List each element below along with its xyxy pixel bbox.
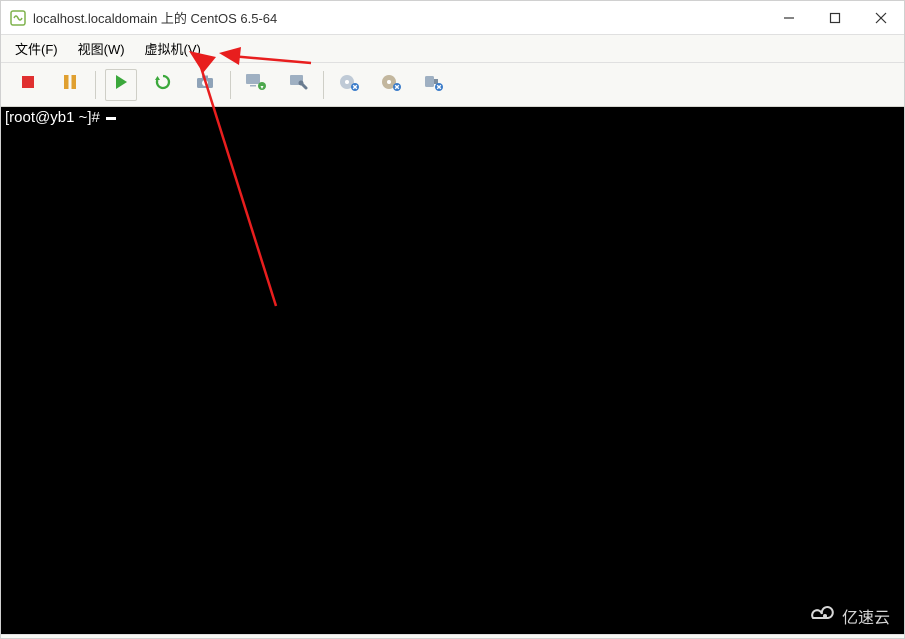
monitor-connect-icon	[245, 72, 267, 97]
stop-button[interactable]	[12, 69, 44, 101]
app-window: localhost.localdomain 上的 CentOS 6.5-64 文…	[0, 0, 905, 639]
toolbar	[1, 63, 904, 107]
tools-icon	[288, 72, 308, 97]
close-button[interactable]	[858, 2, 904, 34]
refresh-button[interactable]	[147, 69, 179, 101]
toolbar-separator	[323, 71, 324, 99]
pause-icon	[61, 73, 79, 96]
window-title: localhost.localdomain 上的 CentOS 6.5-64	[33, 8, 277, 27]
play-icon	[112, 73, 130, 96]
cdrom-button[interactable]	[333, 69, 365, 101]
camera-icon	[195, 72, 215, 97]
disc-icon	[338, 72, 360, 97]
watermark-icon	[806, 603, 836, 628]
disc2-icon	[380, 72, 402, 97]
titlebar: localhost.localdomain 上的 CentOS 6.5-64	[1, 1, 904, 35]
minimize-button[interactable]	[766, 2, 812, 34]
stop-icon	[19, 73, 37, 96]
maximize-button[interactable]	[812, 2, 858, 34]
tools-button[interactable]	[282, 69, 314, 101]
menubar: 文件(F) 视图(W) 虚拟机(V)	[1, 35, 904, 63]
pause-button[interactable]	[54, 69, 86, 101]
cursor-icon	[106, 117, 116, 120]
connect-button[interactable]	[240, 69, 272, 101]
menu-vm[interactable]: 虚拟机(V)	[135, 36, 211, 61]
plug-icon	[422, 72, 444, 97]
terminal-prompt: [root@yb1 ~]#	[5, 109, 104, 126]
terminal-view[interactable]: [root@yb1 ~]#	[1, 107, 904, 634]
toolbar-separator	[230, 71, 231, 99]
toolbar-separator	[95, 71, 96, 99]
menu-view[interactable]: 视图(W)	[68, 36, 135, 61]
app-icon	[9, 9, 27, 27]
watermark-text: 亿速云	[842, 604, 890, 628]
watermark: 亿速云	[806, 603, 890, 628]
snapshot-button[interactable]	[189, 69, 221, 101]
statusbar	[1, 634, 904, 638]
floppy-button[interactable]	[375, 69, 407, 101]
refresh-icon	[153, 72, 173, 97]
menu-file[interactable]: 文件(F)	[5, 36, 68, 61]
play-button[interactable]	[105, 69, 137, 101]
usb-button[interactable]	[417, 69, 449, 101]
